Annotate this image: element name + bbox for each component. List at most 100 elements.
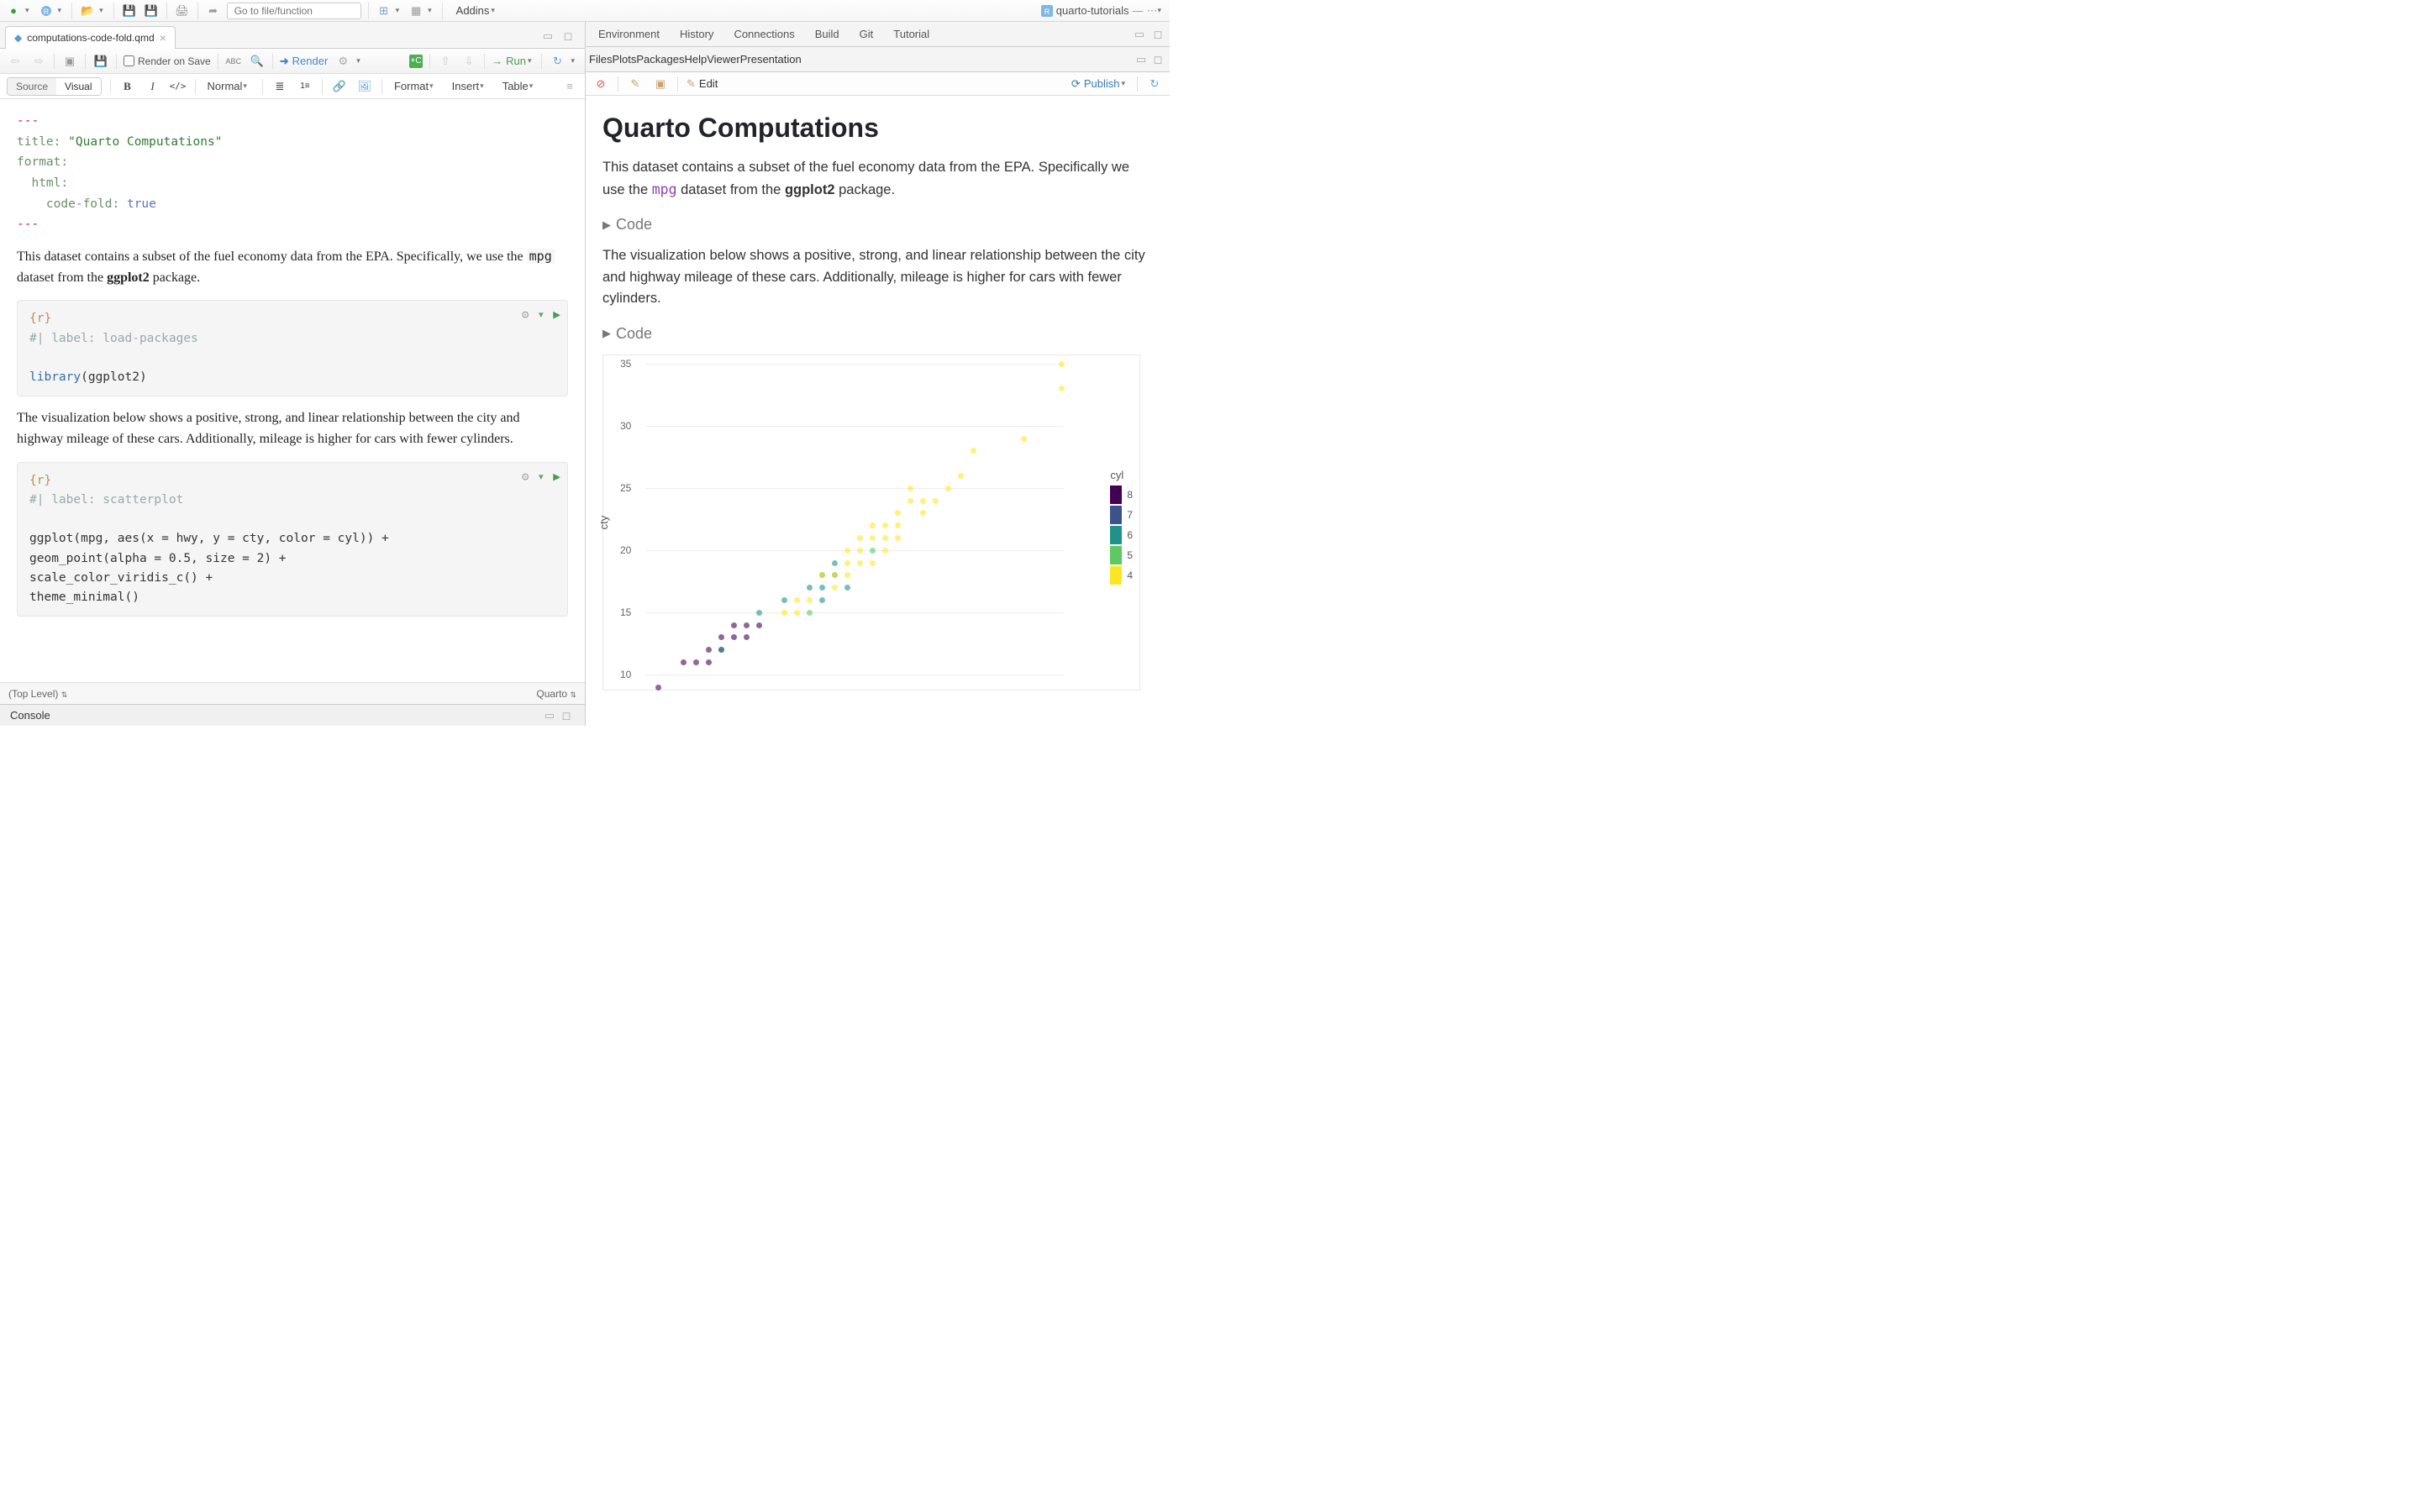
link-icon[interactable]: 🔗	[331, 78, 348, 95]
panes-icon[interactable]: ▦	[408, 3, 424, 19]
run-above-chunk-icon[interactable]: ▾	[538, 468, 545, 487]
print-icon[interactable]: 🖨	[174, 3, 191, 19]
tab-history[interactable]: History	[671, 23, 723, 45]
tab-help[interactable]: Help	[684, 53, 707, 66]
tab-packages[interactable]: Packages	[636, 53, 684, 66]
maximize-icon[interactable]: ◻	[558, 707, 575, 724]
broom-icon[interactable]: ✎	[627, 76, 644, 92]
caret-icon[interactable]: ▾	[25, 6, 33, 15]
run-chunk-icon[interactable]: ▶	[553, 468, 560, 487]
format-dropdown[interactable]: Format▾	[391, 80, 440, 92]
data-point	[908, 498, 913, 504]
data-point	[933, 498, 939, 504]
caret-icon[interactable]: ▾	[396, 6, 403, 15]
addins-button[interactable]: Addins▾	[450, 3, 505, 18]
code-fold-toggle[interactable]: ▶ Code	[602, 216, 1153, 234]
new-project-icon[interactable]: R	[38, 3, 55, 19]
render-button[interactable]: ➜ Render	[280, 55, 329, 68]
tab-connections[interactable]: Connections	[724, 23, 803, 45]
run-chunk-icon[interactable]: ▶	[553, 306, 560, 325]
back-icon[interactable]: ⇦	[7, 53, 24, 70]
paragraph: This dataset contains a subset of the fu…	[602, 157, 1153, 201]
run-above-icon[interactable]: ⇧	[437, 53, 454, 70]
run-above-chunk-icon[interactable]: ▾	[538, 306, 545, 325]
save-icon[interactable]: 💾	[121, 3, 138, 19]
new-file-icon[interactable]: ●	[5, 3, 22, 19]
italic-button[interactable]: I	[145, 78, 161, 95]
tab-build[interactable]: Build	[806, 23, 849, 45]
tab-plots[interactable]: Plots	[612, 53, 636, 66]
data-point	[756, 622, 762, 628]
spellcheck-icon[interactable]: ABC	[225, 53, 242, 70]
edit-button[interactable]: ✎Edit	[687, 77, 718, 91]
gear-icon[interactable]: ⚙	[334, 53, 351, 70]
tab-tutorial[interactable]: Tutorial	[884, 23, 939, 45]
y-tick-label: 15	[620, 606, 631, 618]
find-icon[interactable]: 🔍	[249, 53, 266, 70]
minimize-icon[interactable]: ▭	[1133, 51, 1150, 68]
editor-body[interactable]: --- title: "Quarto Computations" format:…	[0, 99, 585, 682]
open-folder-icon[interactable]: 📂	[79, 3, 96, 19]
maximize-icon[interactable]: ◻	[560, 28, 576, 45]
tab-files[interactable]: Files	[589, 53, 612, 66]
refresh-icon[interactable]: ↻	[549, 53, 566, 70]
grid-icon[interactable]: ⊞	[376, 3, 392, 19]
minimize-icon[interactable]: ▭	[541, 707, 558, 724]
save-icon[interactable]: 💾	[92, 53, 109, 70]
console-tab[interactable]: Console ▭ ◻	[0, 704, 585, 726]
refresh-icon[interactable]: ↻	[1146, 76, 1163, 92]
data-point	[731, 622, 737, 628]
goto-input[interactable]	[227, 3, 361, 19]
image-icon[interactable]: 🖼	[356, 78, 373, 95]
table-dropdown[interactable]: Table▾	[499, 80, 540, 92]
code-fold-toggle[interactable]: ▶ Code	[602, 325, 1153, 343]
style-dropdown[interactable]: Normal▾	[204, 80, 254, 92]
visual-mode[interactable]: Visual	[56, 78, 100, 95]
save-all-icon[interactable]: 💾	[143, 3, 160, 19]
insert-dropdown[interactable]: Insert▾	[449, 80, 491, 92]
caret-icon[interactable]: ▾	[99, 6, 107, 15]
popout-icon[interactable]: ▣	[652, 76, 669, 92]
data-point	[807, 610, 813, 616]
tab-git[interactable]: Git	[850, 23, 883, 45]
data-point	[781, 597, 787, 603]
code-chunk[interactable]: ⚙ ▾ ▶ {r} #| label: load-packages librar…	[17, 300, 568, 396]
publish-button[interactable]: ⟳Publish▾	[1071, 77, 1128, 91]
numbered-list-icon[interactable]: 1≡	[297, 78, 313, 95]
remove-icon[interactable]: ⊘	[592, 76, 609, 92]
data-point	[832, 560, 838, 566]
maximize-icon[interactable]: ◻	[1150, 26, 1166, 43]
caret-icon[interactable]: ▾	[428, 6, 435, 15]
source-mode[interactable]: Source	[8, 78, 56, 95]
add-chunk-icon[interactable]: +C	[409, 55, 423, 68]
outline-icon[interactable]: ≡	[561, 78, 578, 95]
run-below-icon[interactable]: ⇩	[460, 53, 477, 70]
legend-tick: 7	[1127, 509, 1133, 521]
minimize-icon[interactable]: ▭	[539, 28, 556, 45]
popout-icon[interactable]: ▣	[61, 53, 78, 70]
bold-button[interactable]: B	[119, 78, 136, 95]
data-point	[819, 572, 825, 578]
chunk-settings-icon[interactable]: ⚙	[522, 468, 529, 487]
code-chunk[interactable]: ⚙ ▾ ▶ {r} #| label: scatterplot ggplot(m…	[17, 462, 568, 617]
maximize-icon[interactable]: ◻	[1150, 51, 1166, 68]
close-icon[interactable]: ×	[160, 31, 166, 45]
tab-presentation[interactable]: Presentation	[740, 53, 802, 66]
minimize-icon[interactable]: ▭	[1131, 26, 1148, 43]
run-button[interactable]: →Run▾	[492, 55, 534, 67]
code-button[interactable]: </>	[170, 78, 187, 95]
file-tab[interactable]: ◆ computations-code-fold.qmd ×	[5, 26, 176, 49]
chunk-settings-icon[interactable]: ⚙	[522, 306, 529, 325]
tab-environment[interactable]: Environment	[589, 23, 669, 45]
scope-selector[interactable]: (Top Level) ⇅	[8, 688, 67, 700]
render-on-save-checkbox[interactable]: Render on Save	[124, 55, 211, 67]
mode-selector[interactable]: Quarto ⇅	[536, 688, 576, 700]
caret-icon[interactable]: ▾	[58, 6, 66, 15]
project-selector[interactable]: R quarto-tutorials — ⋯ ▾	[1041, 4, 1165, 18]
legend-tick: 4	[1127, 570, 1133, 581]
forward-icon[interactable]: ⇨	[30, 53, 47, 70]
color-legend: cyl 87654	[1110, 469, 1133, 585]
bullet-list-icon[interactable]: ≣	[271, 78, 288, 95]
tab-viewer[interactable]: Viewer	[707, 53, 740, 66]
source-visual-toggle[interactable]: Source Visual	[7, 77, 102, 96]
